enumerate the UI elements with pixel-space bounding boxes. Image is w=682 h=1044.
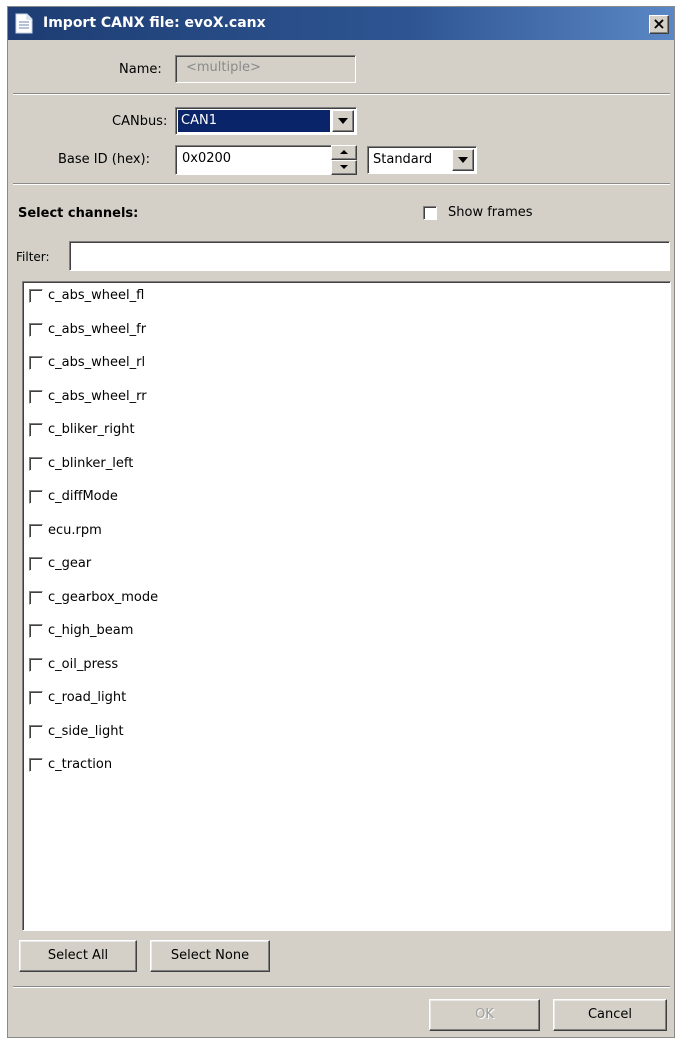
select-all-button[interactable]: Select All: [19, 940, 137, 972]
channel-label: c_side_light: [48, 723, 124, 739]
base-id-stepper[interactable]: [331, 145, 357, 175]
dialog-title: Import CANX file: evoX.canx: [43, 15, 266, 31]
base-id-label: Base ID (hex):: [58, 152, 150, 167]
channel-label: c_abs_wheel_fr: [48, 321, 147, 337]
channel-checkbox[interactable]: [29, 657, 43, 672]
channel-checkbox[interactable]: [29, 389, 43, 404]
channel-label: c_abs_wheel_fl: [48, 288, 145, 303]
name-label: Name:: [119, 62, 162, 77]
channel-label: ecu.rpm: [48, 522, 102, 538]
channel-label: c_blinker_left: [48, 455, 134, 471]
filter-label: Filter:: [16, 250, 50, 264]
channel-label: c_high_beam: [48, 623, 134, 638]
channel-label: c_abs_wheel_rr: [48, 388, 147, 404]
channel-checkbox[interactable]: [29, 322, 43, 337]
channel-checkbox[interactable]: [29, 356, 43, 370]
filter-input[interactable]: [69, 241, 670, 271]
channel-checkbox[interactable]: [29, 523, 43, 538]
channel-label: c_oil_press: [48, 656, 119, 672]
channel-checkbox[interactable]: [29, 289, 43, 303]
channel-label: c_gear: [48, 556, 92, 571]
document-icon: [15, 13, 33, 34]
channel-checkbox[interactable]: [29, 456, 43, 471]
base-id-input[interactable]: 0x0200: [175, 145, 332, 175]
close-icon: ×: [652, 14, 666, 33]
channel-checkbox[interactable]: [29, 724, 43, 739]
title-bar[interactable]: Import CANX file: evoX.canx ×: [8, 7, 674, 40]
spin-up-icon[interactable]: [331, 145, 357, 160]
channel-checkbox[interactable]: [29, 691, 43, 705]
close-button[interactable]: ×: [649, 15, 669, 34]
channel-checkbox[interactable]: [29, 758, 43, 772]
channel-list[interactable]: c_abs_wheel_fl c_abs_wheel_fr c_abs_wheel_…: [22, 281, 671, 931]
select-channels-heading: Select channels:: [18, 206, 139, 221]
channel-label: c_bliker_right: [48, 422, 135, 437]
show-frames-toggle[interactable]: Show frames: [423, 203, 553, 225]
chevron-down-icon[interactable]: [452, 149, 474, 171]
select-none-button[interactable]: Select None: [150, 940, 270, 972]
channel-checkbox[interactable]: [29, 590, 43, 605]
name-field: <multiple>: [175, 55, 356, 83]
show-frames-label: Show frames: [448, 205, 533, 220]
channel-label: c_abs_wheel_rl: [48, 355, 146, 370]
separator: [13, 986, 670, 988]
channel-checkbox[interactable]: [29, 557, 43, 571]
show-frames-checkbox[interactable]: [423, 206, 437, 220]
channel-label: c_gearbox_mode: [48, 589, 159, 605]
canbus-label: CANbus:: [112, 114, 168, 129]
channel-checkbox[interactable]: [29, 624, 43, 638]
spin-down-icon[interactable]: [331, 160, 357, 175]
ok-button[interactable]: OK: [429, 999, 540, 1031]
channel-label: c_traction: [48, 757, 113, 772]
channel-label: c_road_light: [48, 690, 127, 705]
separator: [13, 183, 670, 185]
import-canx-dialog: Import CANX file: evoX.canx × Name: <mul…: [7, 6, 675, 1038]
channel-label: c_diffMode: [48, 489, 118, 504]
id-type-select[interactable]: Standard: [367, 146, 477, 174]
separator: [13, 93, 670, 95]
channel-checkbox[interactable]: [29, 423, 43, 437]
channel-checkbox[interactable]: [29, 490, 43, 504]
id-type-selected-value: Standard: [373, 152, 433, 167]
canbus-select[interactable]: CAN1: [175, 107, 357, 135]
chevron-down-icon[interactable]: [332, 110, 354, 132]
cancel-button[interactable]: Cancel: [553, 999, 667, 1031]
canbus-selected-value: CAN1: [178, 110, 330, 132]
